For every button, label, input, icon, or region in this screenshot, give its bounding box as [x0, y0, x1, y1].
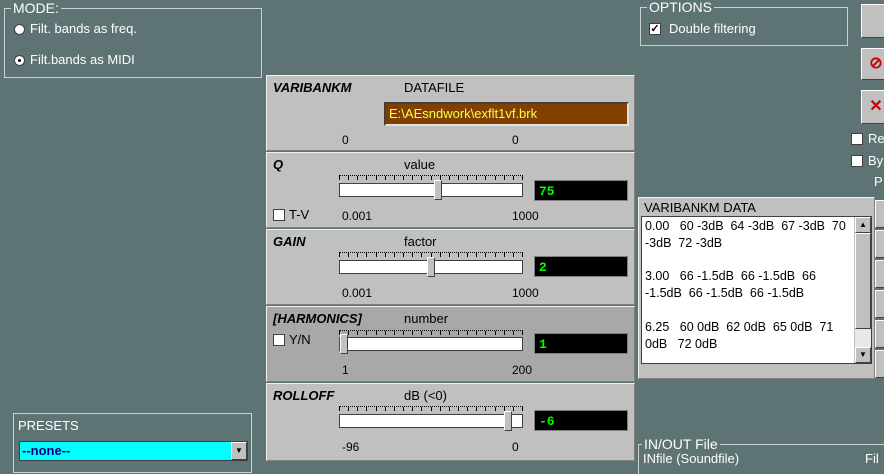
mode-title: MODE: — [11, 0, 61, 16]
mode-group: MODE: Filt. bands as freq. Filt.bands as… — [4, 0, 262, 78]
q-min: 0.001 — [342, 209, 373, 223]
top-right-button[interactable] — [861, 4, 884, 38]
rolloff-slider[interactable] — [339, 411, 523, 431]
gain-panel: GAIN factor 2 0.001 1000 — [266, 229, 635, 305]
scroll-down-icon[interactable]: ▼ — [855, 347, 871, 363]
data-line: 3.00 66 -1.5dB 66 -1.5dB 66 — [645, 269, 816, 284]
data-scrollbar[interactable]: ▲ ▼ — [854, 217, 871, 363]
data-line: -1.5dB 66 -1.5dB 66 -1.5dB — [645, 286, 805, 301]
double-filtering-label[interactable]: Double filtering — [669, 21, 756, 36]
harmonics-title: [HARMONICS] — [273, 311, 362, 326]
yn-checkbox[interactable] — [273, 334, 285, 346]
harmonics-slider[interactable] — [339, 334, 523, 354]
tv-label[interactable]: T-V — [289, 207, 309, 222]
right-checkbox-1[interactable] — [851, 133, 863, 145]
data-textarea[interactable]: 0.00 60 -3dB 64 -3dB 67 -3dB 70 -3dB 72 -… — [641, 216, 872, 364]
rolloff-ticks — [339, 406, 523, 411]
chevron-down-icon[interactable]: ▼ — [231, 442, 247, 460]
side-button-1[interactable] — [875, 200, 884, 228]
presets-group: PRESETS --none-- ▼ — [13, 413, 252, 473]
gain-value[interactable]: 2 — [534, 256, 628, 277]
data-line: -3dB 72 -3dB — [645, 235, 723, 250]
right-p-label: P — [874, 174, 883, 189]
right-checkbox-2[interactable] — [851, 155, 863, 167]
rolloff-title: ROLLOFF — [273, 388, 335, 403]
data-line: 0dB 72 0dB — [645, 336, 718, 351]
harmonics-slider-thumb[interactable] — [340, 334, 348, 354]
side-button-4[interactable] — [875, 290, 884, 318]
varibank-title: VARIBANKM — [273, 80, 352, 95]
datafile-field[interactable]: E:\AEsndwork\exflt1vf.brk — [384, 102, 629, 126]
rolloff-sub: dB (<0) — [404, 388, 447, 403]
gain-max: 1000 — [512, 286, 539, 300]
options-title: OPTIONS — [647, 0, 715, 15]
q-sub: value — [404, 157, 436, 172]
data-line: 0.00 60 -3dB 64 -3dB 67 -3dB 70 — [645, 219, 846, 233]
inout-group: IN/OUT File INfile (Soundfile) Fil — [638, 436, 884, 474]
q-ticks — [339, 175, 523, 180]
inout-title: IN/OUT File — [642, 436, 720, 452]
data-line — [645, 302, 853, 319]
harmonics-ticks — [339, 330, 523, 335]
data-line — [645, 252, 853, 269]
right-checkbox-1-label[interactable]: Re — [868, 131, 884, 146]
presets-select[interactable]: --none-- ▼ — [19, 441, 248, 461]
rolloff-panel: ROLLOFF dB (<0) -6 -96 0 — [266, 383, 635, 461]
harmonics-value[interactable]: 1 — [534, 333, 628, 354]
stop-icon: ⊘ — [869, 55, 883, 72]
radio-freq-label[interactable]: Filt. bands as freq. — [30, 21, 137, 36]
gain-min: 0.001 — [342, 286, 373, 300]
options-group: OPTIONS ✓ Double filtering — [640, 0, 848, 46]
tv-checkbox[interactable] — [273, 209, 285, 221]
side-button-2[interactable] — [875, 230, 884, 258]
data-line: 6.25 60 0dB 62 0dB 65 0dB 71 — [645, 319, 834, 334]
rolloff-value[interactable]: -6 — [534, 410, 628, 431]
radio-freq[interactable] — [14, 24, 25, 35]
harmonics-sub: number — [404, 311, 449, 326]
q-title: Q — [273, 157, 284, 172]
gain-sub: factor — [404, 234, 437, 249]
q-value[interactable]: 75 — [534, 180, 628, 201]
rolloff-max: 0 — [512, 440, 519, 454]
data-lines: 0.00 60 -3dB 64 -3dB 67 -3dB 70 -3dB 72 -… — [645, 218, 853, 352]
presets-selected: --none-- — [22, 443, 71, 458]
gain-slider[interactable] — [339, 257, 523, 277]
harmonics-max: 200 — [512, 363, 533, 377]
q-slider-thumb[interactable] — [434, 180, 442, 200]
radio-midi-label[interactable]: Filt.bands as MIDI — [30, 52, 135, 67]
data-panel-title: VARIBANKM DATA — [644, 200, 756, 215]
q-max: 1000 — [512, 209, 539, 223]
close-icon-button[interactable]: ✕ — [861, 90, 884, 124]
double-filtering-checkbox[interactable]: ✓ — [649, 23, 661, 35]
rolloff-min: -96 — [342, 440, 360, 454]
varibank-min: 0 — [342, 133, 349, 147]
close-icon: ✕ — [869, 98, 883, 115]
infile-label: INfile (Soundfile) — [643, 451, 740, 466]
harmonics-min: 1 — [342, 363, 349, 377]
side-button-3[interactable] — [875, 260, 884, 288]
right-checkbox-2-label[interactable]: By — [868, 153, 883, 168]
radio-midi[interactable] — [14, 55, 25, 66]
side-button-6[interactable] — [875, 350, 884, 378]
rolloff-slider-thumb[interactable] — [504, 411, 512, 431]
presets-title: PRESETS — [18, 418, 79, 433]
varibank-panel: VARIBANKM DATAFILE E:\AEsndwork\exflt1vf… — [266, 75, 635, 151]
gain-title: GAIN — [273, 234, 306, 249]
scroll-thumb[interactable] — [855, 233, 871, 329]
varibank-max: 0 — [512, 133, 519, 147]
stop-icon-button[interactable]: ⊘ — [861, 48, 884, 80]
varibank-sub: DATAFILE — [404, 80, 465, 95]
data-panel: VARIBANKM DATA 0.00 60 -3dB 64 -3dB 67 -… — [638, 197, 875, 379]
yn-label[interactable]: Y/N — [289, 332, 311, 347]
q-panel: Q value 75 T-V 0.001 1000 — [266, 152, 635, 228]
harmonics-panel: [HARMONICS] number 1 Y/N 1 200 — [266, 306, 635, 382]
scroll-up-icon[interactable]: ▲ — [855, 217, 871, 233]
gain-slider-thumb[interactable] — [427, 257, 435, 277]
inout-fi-label: Fil — [865, 451, 879, 466]
side-button-5[interactable] — [875, 320, 884, 348]
q-slider[interactable] — [339, 180, 523, 200]
